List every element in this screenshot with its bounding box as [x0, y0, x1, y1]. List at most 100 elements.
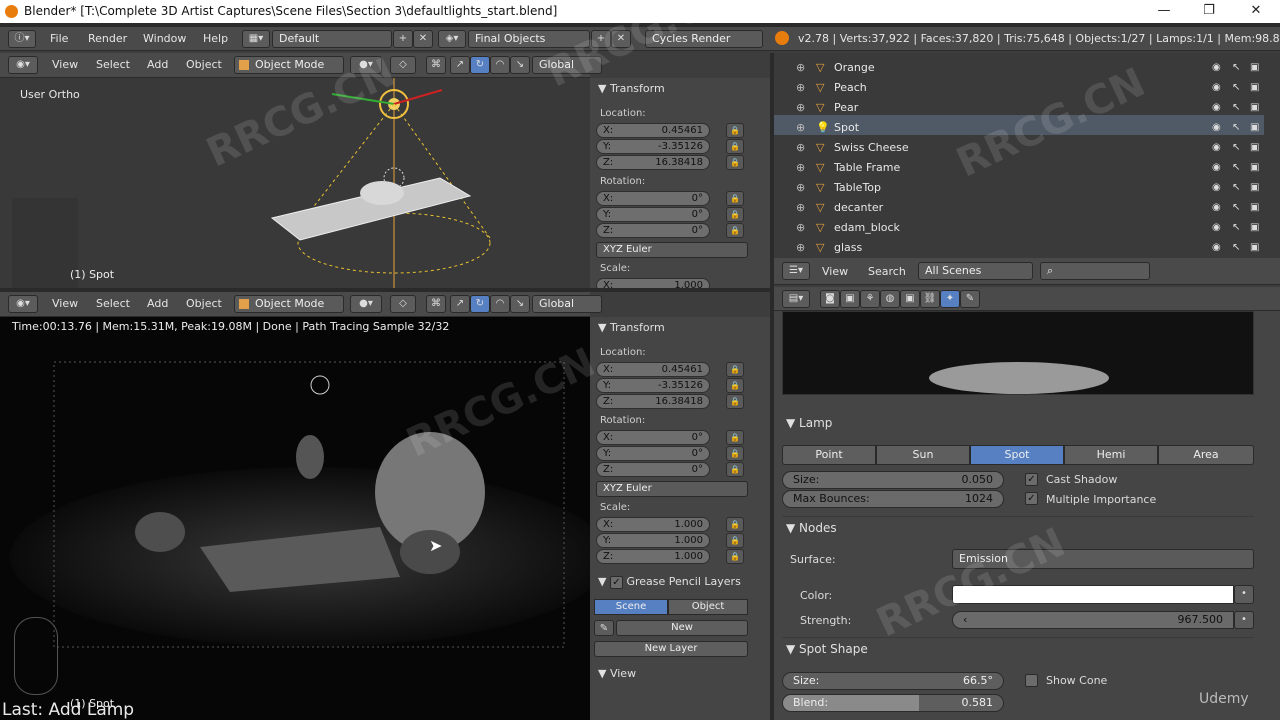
manipulator-icon[interactable]: ⌘ — [426, 56, 446, 74]
rotation-x[interactable]: X: 0° — [596, 191, 710, 206]
select-arrow-icon[interactable]: ↖ — [1232, 218, 1240, 238]
outliner-item[interactable]: ⊕ ▽ decanter ◉ ↖ ▣ — [774, 198, 1264, 218]
maximize-button[interactable]: ❐ — [1195, 2, 1223, 20]
scale-y[interactable]: Y: 1.000 — [596, 533, 710, 548]
outliner-item[interactable]: ⊕ ▽ TableTop ◉ ↖ ▣ — [774, 178, 1264, 198]
outliner-item[interactable]: ⊕ ▽ Swiss Cheese ◉ ↖ ▣ — [774, 138, 1264, 158]
select-arrow-icon[interactable]: ↖ — [1232, 158, 1240, 178]
lock-icon[interactable]: 🔒 — [726, 462, 744, 477]
screen-layout-field[interactable]: Default — [272, 30, 392, 48]
orientation-select[interactable]: Global — [532, 56, 602, 74]
visibility-eye-icon[interactable]: ◉ — [1212, 58, 1221, 78]
render-camera-icon[interactable]: ▣ — [1250, 98, 1259, 118]
location-z[interactable]: Z: 16.38418 — [596, 394, 710, 409]
remove-scene-icon[interactable]: ✕ — [611, 30, 631, 48]
pivot-icon[interactable]: ◇ — [390, 295, 416, 313]
menu-add[interactable]: Add — [147, 297, 168, 310]
menu-object[interactable]: Object — [186, 297, 222, 310]
render-engine-select[interactable]: Cycles Render — [645, 30, 763, 48]
outliner-item[interactable]: ⊕ ▽ Peach ◉ ↖ ▣ — [774, 78, 1264, 98]
lamp-type-hemi[interactable]: Hemi — [1064, 445, 1158, 465]
spot-size-field[interactable]: Size: 66.5° — [782, 672, 1004, 690]
expand-icon[interactable]: ⊕ — [796, 138, 805, 158]
transform-header[interactable]: ▼ Transform — [598, 321, 665, 334]
lock-icon[interactable]: 🔒 — [726, 430, 744, 445]
select-arrow-icon[interactable]: ↖ — [1232, 98, 1240, 118]
expand-icon[interactable]: ⊕ — [796, 198, 805, 218]
rotation-y[interactable]: Y: 0° — [596, 207, 710, 222]
rotation-x[interactable]: X: 0° — [596, 430, 710, 445]
minimize-button[interactable]: — — [1150, 2, 1178, 20]
menu-file[interactable]: File — [50, 32, 68, 45]
scene-icon[interactable]: ◈▾ — [438, 30, 466, 48]
select-arrow-icon[interactable]: ↖ — [1232, 78, 1240, 98]
scene-field[interactable]: Final Objects — [468, 30, 590, 48]
visibility-eye-icon[interactable]: ◉ — [1212, 138, 1221, 158]
outliner-search-input[interactable]: ⌕ — [1040, 262, 1150, 280]
rotate-icon[interactable]: ↻ — [470, 295, 490, 313]
render-camera-icon[interactable]: ▣ — [1250, 158, 1259, 178]
top-3d-viewport[interactable]: User Ortho (1) Spot — [0, 78, 590, 290]
expand-icon[interactable]: ⊕ — [796, 238, 805, 258]
mode-select[interactable]: Object Mode — [234, 295, 344, 313]
lamp-type-sun[interactable]: Sun — [876, 445, 970, 465]
scale-icon[interactable]: ↘ — [510, 295, 530, 313]
menu-render[interactable]: Render — [88, 32, 127, 45]
location-y[interactable]: Y: -3.35126 — [596, 378, 710, 393]
arc-icon[interactable]: ◠ — [490, 295, 510, 313]
render-camera-icon[interactable]: ▣ — [1250, 198, 1259, 218]
render-camera-icon[interactable]: ▣ — [1250, 58, 1259, 78]
wrench-tab-icon[interactable]: ✎ — [960, 290, 980, 308]
rotation-mode-select[interactable]: XYZ Euler — [596, 242, 748, 258]
gp-new-button[interactable]: New — [616, 620, 748, 636]
info-editor-icon[interactable]: ⓘ▾ — [8, 30, 36, 48]
lamp-size-field[interactable]: Size: 0.050 — [782, 471, 1004, 489]
menu-add[interactable]: Add — [147, 58, 168, 71]
location-y[interactable]: Y: -3.35126 — [596, 139, 710, 154]
lock-icon[interactable]: 🔒 — [726, 378, 744, 393]
render-tab-icon[interactable]: ◙ — [820, 290, 840, 308]
select-arrow-icon[interactable]: ↖ — [1232, 138, 1240, 158]
editor-type-icon[interactable]: ☰▾ — [782, 262, 810, 280]
surface-shader-select[interactable]: Emission — [952, 549, 1254, 569]
location-x[interactable]: X: 0.45461 — [596, 123, 710, 138]
scene-tab-icon[interactable]: ⚘ — [860, 290, 880, 308]
arc-icon[interactable]: ◠ — [490, 56, 510, 74]
lock-icon[interactable]: 🔒 — [726, 223, 744, 238]
render-camera-icon[interactable]: ▣ — [1250, 118, 1259, 138]
lock-icon[interactable]: 🔒 — [726, 549, 744, 564]
menu-select[interactable]: Select — [96, 58, 130, 71]
transform-header[interactable]: ▼ Transform — [598, 82, 665, 95]
expand-icon[interactable]: ⊕ — [796, 78, 805, 98]
visibility-eye-icon[interactable]: ◉ — [1212, 158, 1221, 178]
multiple-importance-checkbox[interactable]: ✓ — [1025, 492, 1038, 505]
visibility-eye-icon[interactable]: ◉ — [1212, 198, 1221, 218]
outliner-item[interactable]: ⊕ ▽ Table Frame ◉ ↖ ▣ — [774, 158, 1264, 178]
strength-socket-icon[interactable]: • — [1234, 611, 1254, 629]
gp-new-layer-button[interactable]: New Layer — [594, 641, 748, 657]
render-camera-icon[interactable]: ▣ — [1250, 138, 1259, 158]
menu-search[interactable]: Search — [868, 265, 906, 278]
view-header[interactable]: ▼ View — [598, 667, 636, 680]
menu-window[interactable]: Window — [143, 32, 186, 45]
menu-view[interactable]: View — [822, 265, 848, 278]
lamp-type-area[interactable]: Area — [1158, 445, 1254, 465]
outliner-item[interactable]: ⊕ ▽ edam_block ◉ ↖ ▣ — [774, 218, 1264, 238]
translate-icon[interactable]: ↗ — [450, 295, 470, 313]
translate-icon[interactable]: ↗ — [450, 56, 470, 74]
expand-icon[interactable]: ⊕ — [796, 158, 805, 178]
strength-field[interactable]: ‹ 967.500 — [952, 611, 1234, 629]
render-camera-icon[interactable]: ▣ — [1250, 78, 1259, 98]
lock-icon[interactable]: 🔒 — [726, 139, 744, 154]
outliner-item[interactable]: ⊕ ▽ Orange ◉ ↖ ▣ — [774, 58, 1264, 78]
mode-select[interactable]: Object Mode — [234, 56, 344, 74]
close-button[interactable]: ✕ — [1242, 2, 1270, 20]
color-socket-icon[interactable]: • — [1234, 585, 1254, 604]
visibility-eye-icon[interactable]: ◉ — [1212, 118, 1221, 138]
render-camera-icon[interactable]: ▣ — [1250, 218, 1259, 238]
select-arrow-icon[interactable]: ↖ — [1232, 58, 1240, 78]
visibility-eye-icon[interactable]: ◉ — [1212, 98, 1221, 118]
nodes-section-header[interactable]: ▼ Nodes — [786, 521, 837, 535]
expand-icon[interactable]: ⊕ — [796, 118, 805, 138]
menu-view[interactable]: View — [52, 58, 78, 71]
